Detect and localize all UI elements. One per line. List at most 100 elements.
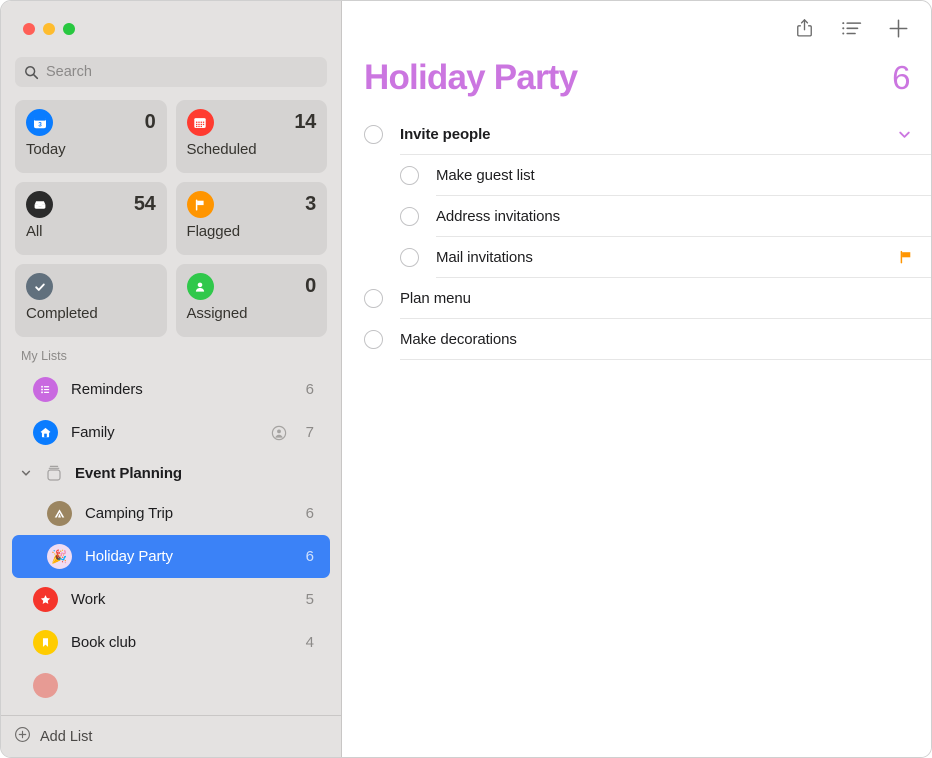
- party-popper-icon: 🎉: [47, 544, 72, 569]
- list-item-count: 7: [305, 424, 314, 441]
- list-item-count: 6: [305, 381, 314, 398]
- reminder-row[interactable]: Plan menu: [342, 278, 931, 319]
- reminder-title: Make guest list: [436, 166, 535, 184]
- share-icon[interactable]: [792, 16, 816, 40]
- reminder-row[interactable]: Make decorations: [342, 319, 931, 360]
- row-separator: [400, 358, 931, 360]
- partial-list-icon: [33, 673, 58, 698]
- smart-list-count: 3: [305, 193, 316, 215]
- smart-list-count: 0: [305, 275, 316, 297]
- smart-list-count: 14: [294, 111, 316, 133]
- list-item-count: 6: [305, 505, 314, 522]
- reminder-row[interactable]: Make guest list: [342, 155, 931, 196]
- sidebar: 3 0 Today: [1, 1, 342, 757]
- tent-icon: [47, 501, 72, 526]
- group-label: Event Planning: [75, 464, 182, 482]
- window-controls: [1, 1, 341, 47]
- page-title-count: 6: [892, 59, 910, 96]
- zoom-button[interactable]: [63, 23, 75, 35]
- reminder-checkbox[interactable]: [364, 329, 383, 349]
- reminder-title: Invite people: [400, 125, 491, 143]
- list-item-camping-trip[interactable]: Camping Trip 6: [12, 492, 330, 535]
- list-item-work[interactable]: Work 5: [12, 578, 330, 621]
- flag-icon: [186, 191, 214, 218]
- reminder-row[interactable]: Address invitations: [342, 196, 931, 237]
- my-lists-header: My Lists: [21, 349, 67, 363]
- checkmark-icon: [26, 273, 53, 300]
- house-icon: [33, 420, 58, 445]
- smart-list-label: Scheduled: [186, 141, 257, 158]
- search-icon: [24, 65, 39, 80]
- toolbar: [342, 1, 931, 55]
- shared-person-icon: [271, 425, 293, 441]
- reminder-checkbox[interactable]: [400, 165, 419, 185]
- list-options-icon[interactable]: [839, 16, 863, 40]
- close-button[interactable]: [23, 23, 35, 35]
- reminder-checkbox[interactable]: [364, 288, 383, 308]
- list-item-count: 6: [305, 548, 314, 565]
- list-item-label: Book club: [71, 634, 136, 651]
- search-box[interactable]: [15, 57, 327, 87]
- group-event-planning[interactable]: Event Planning: [12, 454, 330, 492]
- list-item-label: Family: [71, 424, 115, 441]
- plus-circle-icon: [14, 726, 31, 748]
- smart-list-label: Completed: [26, 305, 98, 322]
- list-item-partial[interactable]: [12, 664, 330, 707]
- reminder-checkbox[interactable]: [400, 247, 419, 267]
- smart-list-completed[interactable]: Completed: [15, 264, 167, 337]
- search-container: [1, 47, 341, 87]
- list-item-count: 4: [305, 634, 314, 651]
- list-item-label: Reminders: [71, 381, 143, 398]
- my-lists-section: My Lists Reminders 6 Family 7 Event Plan…: [1, 337, 341, 715]
- person-icon: [186, 273, 214, 300]
- bookmark-icon: [33, 630, 58, 655]
- smart-list-label: All: [26, 223, 43, 240]
- smart-list-label: Today: [26, 141, 66, 158]
- main-content: Holiday Party 6 Invite people Make guest…: [342, 1, 931, 757]
- list-item-count: 5: [305, 591, 314, 608]
- svg-text:3: 3: [38, 121, 42, 128]
- minimize-button[interactable]: [43, 23, 55, 35]
- smart-list-flagged[interactable]: 3 Flagged: [175, 182, 327, 255]
- list-item-reminders[interactable]: Reminders 6: [12, 368, 330, 411]
- smart-list-all[interactable]: 54 All: [15, 182, 167, 255]
- reminder-title: Make decorations: [400, 330, 517, 348]
- add-list-label: Add List: [40, 728, 93, 745]
- reminder-title: Mail invitations: [436, 248, 533, 266]
- list-header: Holiday Party 6: [342, 55, 931, 98]
- search-input[interactable]: [46, 64, 318, 80]
- list-item-holiday-party[interactable]: 🎉 Holiday Party 6: [12, 535, 330, 578]
- reminders-list: Invite people Make guest list Address in…: [342, 114, 931, 360]
- reminder-checkbox[interactable]: [364, 124, 383, 144]
- reminder-row[interactable]: Mail invitations: [342, 237, 931, 278]
- plus-icon[interactable]: [886, 16, 910, 40]
- expand-subtasks-chevron-down-icon[interactable]: [897, 127, 912, 142]
- smart-list-assigned[interactable]: 0 Assigned: [175, 264, 327, 337]
- bulleted-list-icon: [33, 377, 58, 402]
- smart-list-count: 54: [133, 193, 156, 215]
- list-item-book-club[interactable]: Book club 4: [12, 621, 330, 664]
- reminder-checkbox[interactable]: [400, 206, 419, 226]
- group-folder-icon: [41, 460, 67, 486]
- chevron-down-icon[interactable]: [19, 467, 33, 479]
- reminder-title: Plan menu: [400, 289, 471, 307]
- reminder-title: Address invitations: [436, 207, 560, 225]
- inbox-tray-icon: [26, 191, 53, 218]
- page-title: Holiday Party: [364, 58, 578, 97]
- calendar-icon: [186, 109, 214, 136]
- smart-list-today[interactable]: 3 0 Today: [15, 100, 167, 173]
- list-item-label: Holiday Party: [85, 548, 173, 565]
- smart-lists-grid: 3 0 Today 14 Scheduled 54 All 3 Flagged …: [1, 87, 341, 337]
- smart-list-count: 0: [144, 111, 156, 133]
- list-item-label: Work: [71, 591, 106, 608]
- reminder-row[interactable]: Invite people: [342, 114, 931, 155]
- smart-list-label: Flagged: [186, 223, 241, 240]
- reminders-window: 3 0 Today: [0, 0, 932, 758]
- list-item-label: Camping Trip: [85, 505, 174, 522]
- add-list-button[interactable]: Add List: [1, 715, 341, 757]
- smart-list-scheduled[interactable]: 14 Scheduled: [175, 100, 327, 173]
- list-item-family[interactable]: Family 7: [12, 411, 330, 454]
- smart-list-label: Assigned: [186, 305, 248, 322]
- calendar-day-icon: 3: [26, 109, 53, 136]
- flag-icon[interactable]: [899, 250, 912, 264]
